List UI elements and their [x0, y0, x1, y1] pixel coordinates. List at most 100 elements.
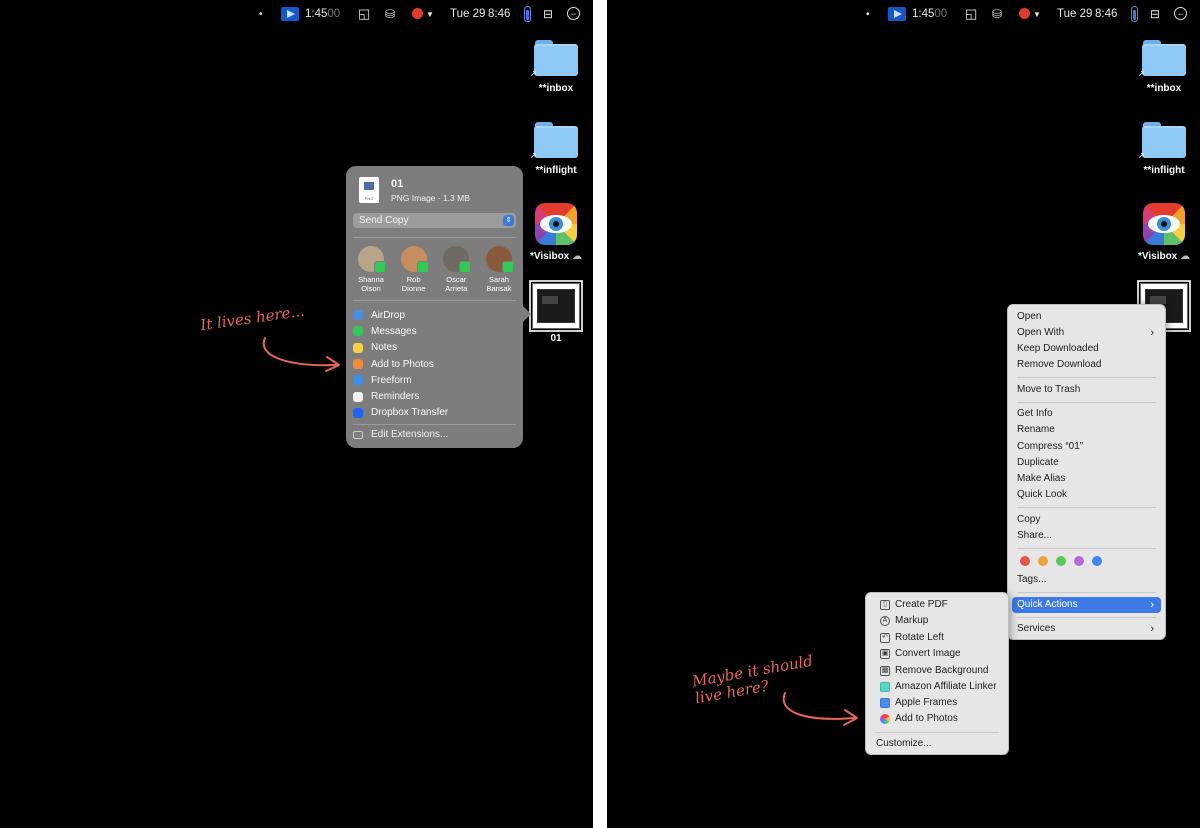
inbox-folder[interactable]: ↗ **inbox: [1129, 40, 1199, 94]
qa-markup[interactable]: A Markup: [870, 613, 1004, 629]
share-reminders[interactable]: Reminders: [353, 388, 516, 404]
menubar-clock[interactable]: 8:46: [488, 4, 510, 24]
qa-convert-image[interactable]: ▣ Convert Image: [870, 646, 1004, 662]
share-notes[interactable]: Notes: [353, 340, 516, 356]
share-add-to-photos[interactable]: Add to Photos: [353, 356, 516, 372]
menu-quick-actions-label: Quick Actions: [1017, 599, 1078, 610]
screenshot-tool-icon[interactable]: ◱: [358, 4, 370, 24]
contact-rob-dionne[interactable]: Rob Dionne: [394, 246, 434, 293]
chevron-down-icon[interactable]: ▼: [426, 4, 434, 24]
menu-make-alias[interactable]: Make Alias: [1012, 471, 1161, 487]
qa-remove-background[interactable]: ▩ Remove Background: [870, 663, 1004, 679]
menu-move-to-trash[interactable]: Move to Trash: [1012, 382, 1161, 398]
play-icon[interactable]: [281, 7, 299, 21]
inflight-folder[interactable]: ↗ **inflight: [521, 122, 591, 176]
alias-arrow-icon: ↗: [1138, 69, 1145, 78]
menu-quick-actions[interactable]: Quick Actions ›: [1012, 597, 1161, 613]
share-file-name: 01: [391, 177, 404, 190]
menubar-clock[interactable]: 8:46: [1095, 4, 1117, 24]
menu-keep-downloaded[interactable]: Keep Downloaded: [1012, 341, 1161, 357]
menu-remove-download[interactable]: Remove Download: [1012, 357, 1161, 373]
finder-context-menu: Open Open With › Keep Downloaded Remove D…: [1007, 304, 1166, 640]
timer-readout[interactable]: 1:45 00: [912, 4, 947, 24]
menu-bar: • 1:45 00 ◱ ⛁ ▼ Tue 29 8:46 ⊟ −: [607, 4, 1200, 26]
menu-open[interactable]: Open: [1012, 309, 1161, 325]
qa-label: Amazon Affiliate Linker: [895, 681, 997, 692]
share-file-meta: PNG Image · 1.3 MB: [391, 192, 470, 203]
status-circle-icon[interactable]: −: [1174, 7, 1187, 20]
divider: [875, 732, 999, 733]
edit-extensions-button[interactable]: Edit Extensions...: [353, 429, 448, 440]
menu-tags[interactable]: Tags...: [1012, 572, 1161, 588]
share-messages[interactable]: Messages: [353, 323, 516, 339]
visibox-app[interactable]: *Visibox ☁: [521, 203, 591, 262]
avatar: [358, 246, 386, 273]
divider: [1017, 617, 1156, 618]
timer-readout[interactable]: 1:45 00: [305, 4, 340, 24]
remove-background-icon: ▩: [880, 666, 890, 676]
menu-rename[interactable]: Rename: [1012, 422, 1161, 438]
send-mode-value: Send Copy: [359, 215, 409, 226]
screenshot-tool-icon[interactable]: ◱: [965, 4, 977, 24]
control-center-icon[interactable]: ⊟: [1150, 4, 1160, 24]
contact-first-name: Oscar: [446, 275, 467, 284]
timer-elapsed: 1:45: [305, 8, 328, 20]
battery-icon[interactable]: [1131, 6, 1138, 22]
contact-oscar-arrieta[interactable]: Oscar Arrieta: [436, 246, 476, 293]
qa-apple-frames[interactable]: Apple Frames: [870, 695, 1004, 711]
control-center-icon[interactable]: ⊟: [543, 4, 553, 24]
share-airdrop[interactable]: AirDrop: [353, 307, 516, 323]
status-circle-icon[interactable]: −: [567, 7, 580, 20]
avatar: [443, 246, 472, 273]
record-icon[interactable]: [412, 8, 423, 19]
qa-create-pdf[interactable]: ▯ Create PDF: [870, 597, 1004, 613]
record-icon[interactable]: [1019, 8, 1030, 19]
menu-compress[interactable]: Compress “01”: [1012, 439, 1161, 455]
share-dropbox-transfer[interactable]: Dropbox Transfer: [353, 405, 516, 421]
tag-blue[interactable]: [1092, 556, 1102, 566]
inflight-folder[interactable]: ↗ **inflight: [1129, 122, 1199, 176]
menu-quick-look[interactable]: Quick Look: [1012, 487, 1161, 503]
disk-icon[interactable]: ⛁: [385, 4, 395, 24]
tag-red[interactable]: [1020, 556, 1030, 566]
send-mode-select[interactable]: Send Copy ⇕: [353, 213, 516, 228]
menu-share[interactable]: Share...: [1012, 528, 1161, 544]
share-file-header: 01 PNG Image · 1.3 MB: [359, 177, 470, 203]
inbox-folder[interactable]: ↗ **inbox: [521, 40, 591, 94]
contact-sarah-bansak[interactable]: Sarah Bansak: [479, 246, 519, 293]
share-people-row: Shanna Olson Rob Dionne Oscar Arrieta Sa…: [351, 246, 519, 293]
menu-duplicate[interactable]: Duplicate: [1012, 455, 1161, 471]
contact-shanna-olson[interactable]: Shanna Olson: [351, 246, 391, 293]
timer-elapsed: 1:45: [912, 8, 935, 20]
menu-services[interactable]: Services ›: [1012, 621, 1161, 637]
avatar: [485, 246, 514, 273]
share-item-label: AirDrop: [371, 309, 405, 321]
rotate-left-icon: ↶: [880, 633, 890, 643]
timer-sub: 00: [934, 8, 948, 20]
share-item-label: Notes: [371, 342, 398, 354]
dropbox-icon: [353, 407, 363, 418]
menubar-date[interactable]: Tue 29: [1057, 4, 1092, 24]
menubar-date[interactable]: Tue 29: [450, 4, 485, 24]
tag-green[interactable]: [1056, 556, 1066, 566]
chevron-down-icon[interactable]: ▼: [1033, 4, 1041, 24]
menu-services-label: Services: [1017, 623, 1056, 634]
qa-customize[interactable]: Customize...: [870, 736, 1004, 752]
contact-last-name: Arrieta: [445, 284, 468, 293]
disk-icon[interactable]: ⛁: [992, 4, 1002, 24]
qa-amazon-affiliate-linker[interactable]: Amazon Affiliate Linker: [870, 679, 1004, 695]
file-01[interactable]: 01: [521, 280, 591, 344]
tag-purple[interactable]: [1074, 556, 1084, 566]
visibox-app[interactable]: *Visibox ☁: [1129, 203, 1199, 262]
document-icon: ▯: [880, 600, 890, 610]
battery-icon[interactable]: [524, 6, 531, 22]
qa-rotate-left[interactable]: ↶ Rotate Left: [870, 630, 1004, 646]
play-icon[interactable]: [888, 7, 906, 21]
share-popover: 01 PNG Image · 1.3 MB Send Copy ⇕ Shanna…: [346, 166, 531, 448]
menu-get-info[interactable]: Get Info: [1012, 406, 1161, 422]
qa-add-to-photos[interactable]: Add to Photos: [870, 711, 1004, 727]
tag-orange[interactable]: [1038, 556, 1048, 566]
menu-copy[interactable]: Copy: [1012, 512, 1161, 528]
menu-open-with[interactable]: Open With ›: [1012, 325, 1161, 341]
share-freeform[interactable]: Freeform: [353, 372, 516, 388]
